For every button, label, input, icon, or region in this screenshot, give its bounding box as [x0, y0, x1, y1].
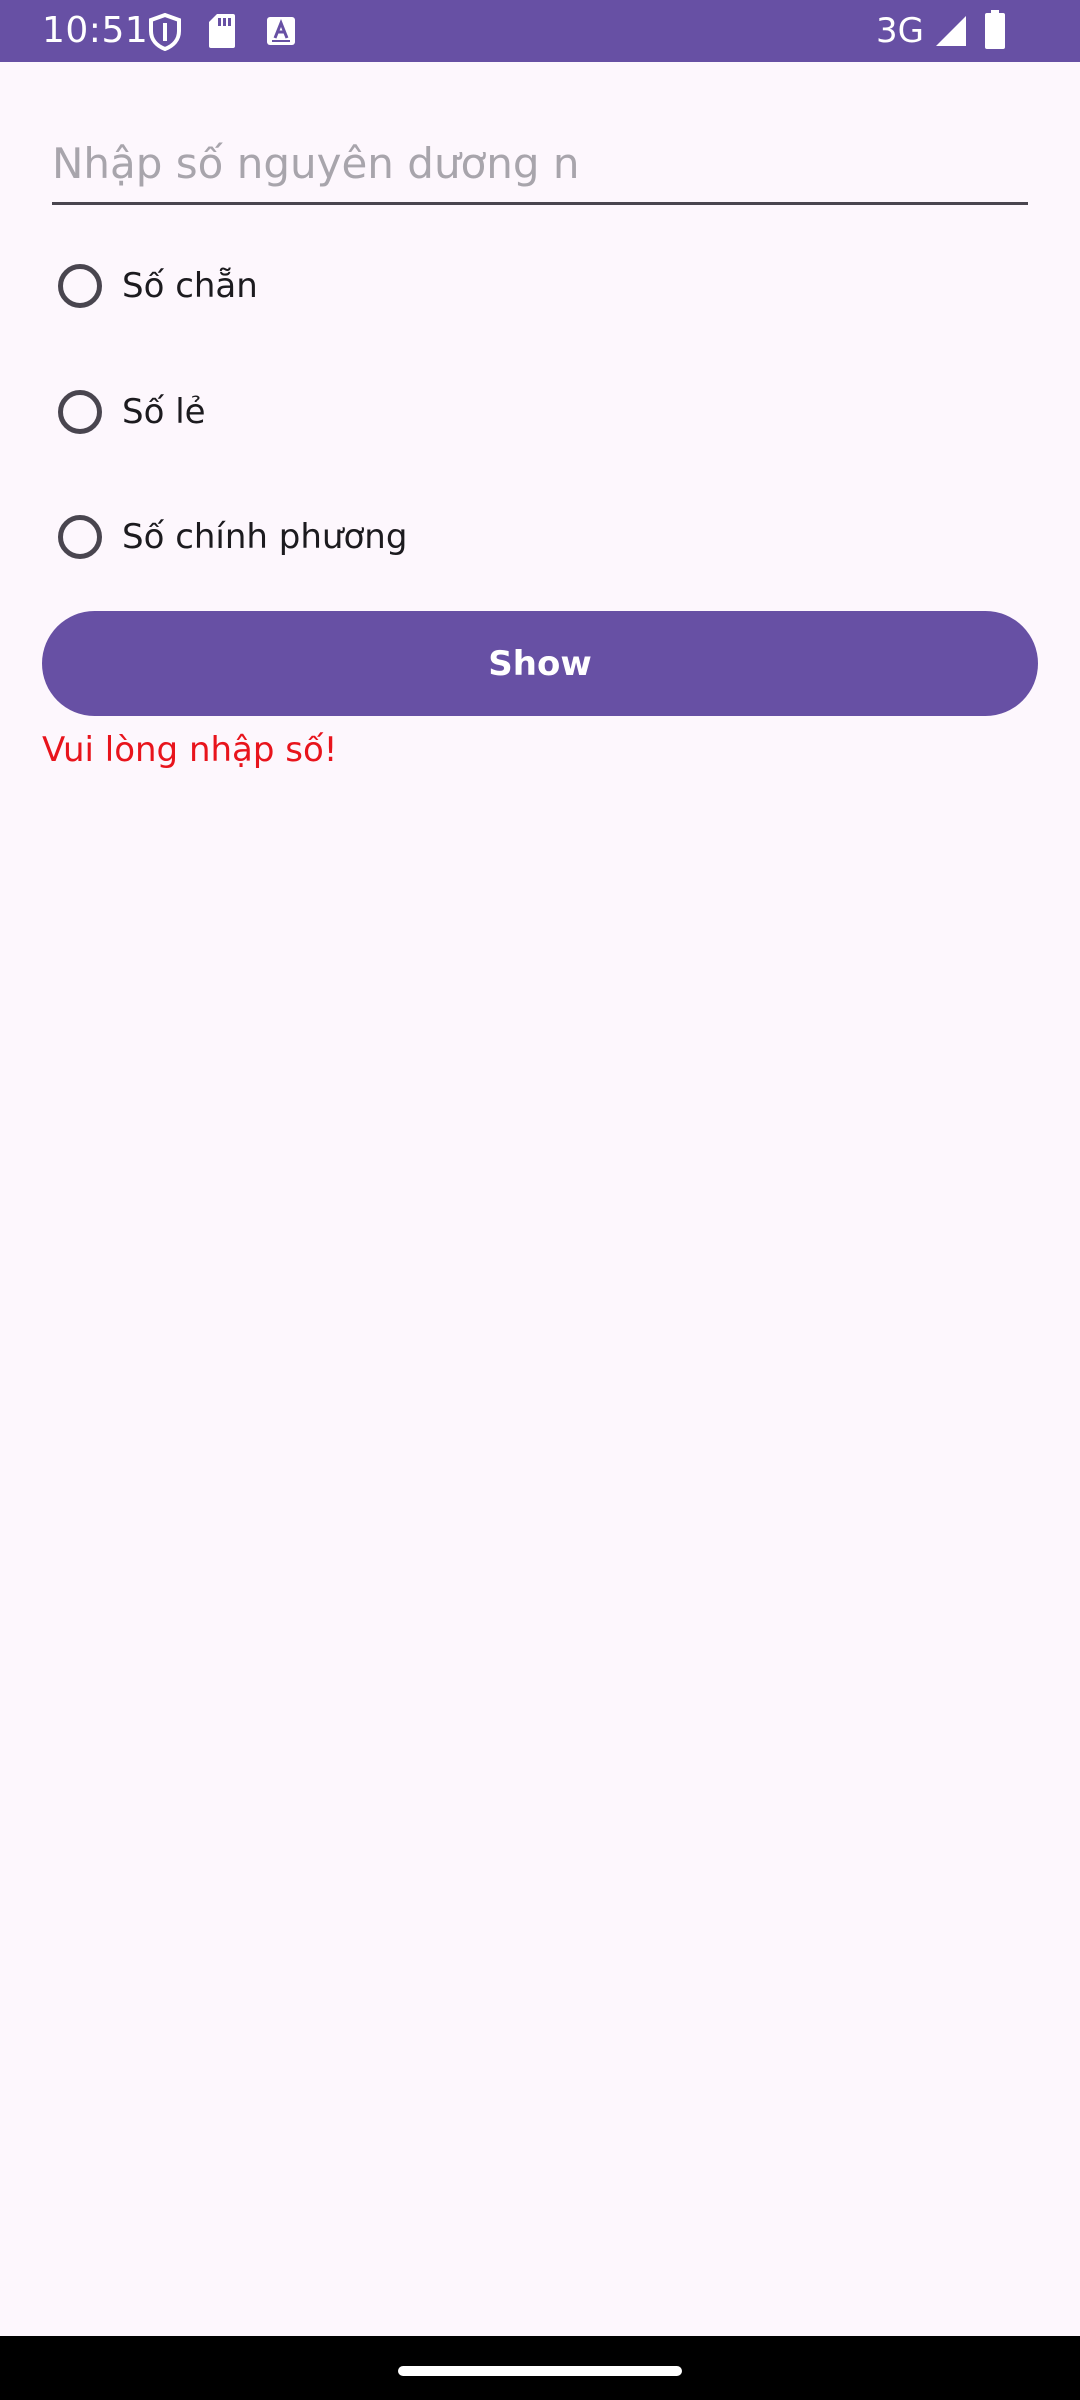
number-input[interactable]: [52, 130, 1028, 196]
keyboard-a-icon: [266, 16, 296, 50]
radio-option-odd[interactable]: Số lẻ: [56, 384, 206, 440]
show-button[interactable]: Show: [42, 611, 1038, 716]
error-message: Vui lòng nhập số!: [42, 730, 338, 770]
radio-unchecked-icon[interactable]: [58, 390, 102, 434]
battery-icon: [984, 10, 1006, 54]
app-screen: 10:51 3G Nhập số nguyên dương n Số chẵn …: [0, 0, 1080, 2400]
radio-label-odd: Số lẻ: [122, 392, 206, 432]
status-time: 10:51: [42, 10, 149, 51]
number-input-container: [52, 120, 1028, 205]
status-bar: 10:51 3G: [0, 0, 1080, 62]
network-type: 3G: [876, 11, 924, 51]
radio-unchecked-icon[interactable]: [58, 264, 102, 308]
shield-icon: [148, 12, 182, 55]
home-gesture-handle[interactable]: [398, 2366, 682, 2376]
radio-label-square: Số chính phương: [122, 517, 408, 557]
radio-unchecked-icon[interactable]: [58, 515, 102, 559]
sd-card-icon: [208, 13, 236, 53]
signal-icon: [934, 14, 968, 52]
radio-option-even[interactable]: Số chẵn: [56, 258, 258, 314]
radio-option-square[interactable]: Số chính phương: [56, 509, 407, 565]
radio-label-even: Số chẵn: [122, 266, 258, 306]
